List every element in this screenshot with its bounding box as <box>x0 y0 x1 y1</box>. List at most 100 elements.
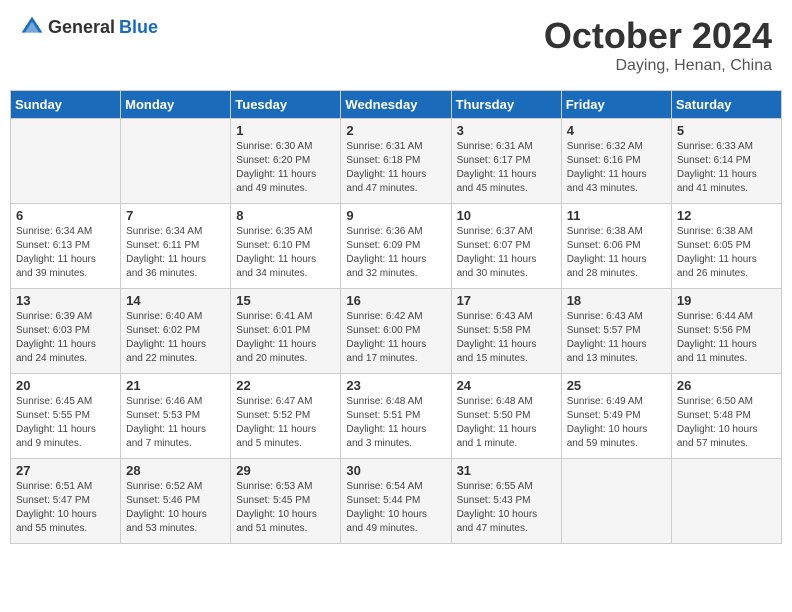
day-info: Sunrise: 6:43 AM Sunset: 5:57 PM Dayligh… <box>567 310 666 366</box>
calendar-cell: 31 Sunrise: 6:55 AM Sunset: 5:43 PM Dayli… <box>451 459 561 544</box>
weekday-header-monday: Monday <box>121 91 231 119</box>
logo: General Blue <box>20 15 158 39</box>
calendar-cell: 11 Sunrise: 6:38 AM Sunset: 6:06 PM Dayli… <box>561 204 671 289</box>
day-info: Sunrise: 6:30 AM Sunset: 6:20 PM Dayligh… <box>236 140 335 196</box>
logo-blue: Blue <box>119 17 158 38</box>
calendar-cell: 6 Sunrise: 6:34 AM Sunset: 6:13 PM Daylig… <box>11 204 121 289</box>
day-number: 3 <box>457 123 556 138</box>
day-number: 27 <box>16 463 115 478</box>
calendar-cell: 30 Sunrise: 6:54 AM Sunset: 5:44 PM Dayli… <box>341 459 451 544</box>
calendar-cell <box>121 119 231 204</box>
calendar-table: SundayMondayTuesdayWednesdayThursdayFrid… <box>10 90 782 544</box>
day-info: Sunrise: 6:37 AM Sunset: 6:07 PM Dayligh… <box>457 225 556 281</box>
day-info: Sunrise: 6:45 AM Sunset: 5:55 PM Dayligh… <box>16 395 115 451</box>
calendar-cell: 25 Sunrise: 6:49 AM Sunset: 5:49 PM Dayli… <box>561 374 671 459</box>
weekday-header-friday: Friday <box>561 91 671 119</box>
day-number: 31 <box>457 463 556 478</box>
calendar-cell: 19 Sunrise: 6:44 AM Sunset: 5:56 PM Dayli… <box>671 289 781 374</box>
logo-icon <box>20 15 44 39</box>
weekday-header-sunday: Sunday <box>11 91 121 119</box>
day-number: 26 <box>677 378 776 393</box>
calendar-week-2: 6 Sunrise: 6:34 AM Sunset: 6:13 PM Daylig… <box>11 204 782 289</box>
calendar-cell: 28 Sunrise: 6:52 AM Sunset: 5:46 PM Dayli… <box>121 459 231 544</box>
day-info: Sunrise: 6:49 AM Sunset: 5:49 PM Dayligh… <box>567 395 666 451</box>
calendar-cell: 27Sunrise: 6:51 AM Sunset: 5:47 PM Dayli… <box>11 459 121 544</box>
day-info: Sunrise: 6:41 AM Sunset: 6:01 PM Dayligh… <box>236 310 335 366</box>
day-number: 16 <box>346 293 445 308</box>
calendar-cell: 17 Sunrise: 6:43 AM Sunset: 5:58 PM Dayli… <box>451 289 561 374</box>
day-number: 29 <box>236 463 335 478</box>
day-info: Sunrise: 6:43 AM Sunset: 5:58 PM Dayligh… <box>457 310 556 366</box>
calendar-cell: 9 Sunrise: 6:36 AM Sunset: 6:09 PM Daylig… <box>341 204 451 289</box>
day-number: 5 <box>677 123 776 138</box>
calendar-cell: 22Sunrise: 6:47 AM Sunset: 5:52 PM Dayli… <box>231 374 341 459</box>
day-number: 8 <box>236 208 335 223</box>
day-info: Sunrise: 6:54 AM Sunset: 5:44 PM Dayligh… <box>346 480 445 536</box>
day-number: 9 <box>346 208 445 223</box>
calendar-cell: 21 Sunrise: 6:46 AM Sunset: 5:53 PM Dayli… <box>121 374 231 459</box>
day-number: 2 <box>346 123 445 138</box>
weekday-header-row: SundayMondayTuesdayWednesdayThursdayFrid… <box>11 91 782 119</box>
calendar-cell: 12 Sunrise: 6:38 AM Sunset: 6:05 PM Dayli… <box>671 204 781 289</box>
calendar-week-5: 27Sunrise: 6:51 AM Sunset: 5:47 PM Dayli… <box>11 459 782 544</box>
day-info: Sunrise: 6:38 AM Sunset: 6:05 PM Dayligh… <box>677 225 776 281</box>
calendar-cell: 15 Sunrise: 6:41 AM Sunset: 6:01 PM Dayli… <box>231 289 341 374</box>
day-number: 12 <box>677 208 776 223</box>
day-number: 23 <box>346 378 445 393</box>
day-info: Sunrise: 6:38 AM Sunset: 6:06 PM Dayligh… <box>567 225 666 281</box>
calendar-cell: 13 Sunrise: 6:39 AM Sunset: 6:03 PM Dayli… <box>11 289 121 374</box>
day-number: 17 <box>457 293 556 308</box>
calendar-cell: 3Sunrise: 6:31 AM Sunset: 6:17 PM Daylig… <box>451 119 561 204</box>
day-number: 30 <box>346 463 445 478</box>
day-number: 21 <box>126 378 225 393</box>
day-number: 1 <box>236 123 335 138</box>
day-info: Sunrise: 6:46 AM Sunset: 5:53 PM Dayligh… <box>126 395 225 451</box>
day-info: Sunrise: 6:53 AM Sunset: 5:45 PM Dayligh… <box>236 480 335 536</box>
weekday-header-saturday: Saturday <box>671 91 781 119</box>
day-info: Sunrise: 6:42 AM Sunset: 6:00 PM Dayligh… <box>346 310 445 366</box>
calendar-cell: 5Sunrise: 6:33 AM Sunset: 6:14 PM Daylig… <box>671 119 781 204</box>
day-number: 4 <box>567 123 666 138</box>
calendar-cell: 14Sunrise: 6:40 AM Sunset: 6:02 PM Dayli… <box>121 289 231 374</box>
calendar-cell <box>11 119 121 204</box>
calendar-cell: 18 Sunrise: 6:43 AM Sunset: 5:57 PM Dayli… <box>561 289 671 374</box>
day-info: Sunrise: 6:35 AM Sunset: 6:10 PM Dayligh… <box>236 225 335 281</box>
calendar-cell: 26 Sunrise: 6:50 AM Sunset: 5:48 PM Dayli… <box>671 374 781 459</box>
day-number: 22 <box>236 378 335 393</box>
day-number: 25 <box>567 378 666 393</box>
calendar-cell: 23 Sunrise: 6:48 AM Sunset: 5:51 PM Dayli… <box>341 374 451 459</box>
day-info: Sunrise: 6:44 AM Sunset: 5:56 PM Dayligh… <box>677 310 776 366</box>
page-header: General Blue October 2024 Daying, Henan,… <box>10 10 782 80</box>
day-number: 20 <box>16 378 115 393</box>
calendar-cell <box>671 459 781 544</box>
calendar-cell <box>561 459 671 544</box>
day-number: 13 <box>16 293 115 308</box>
weekday-header-thursday: Thursday <box>451 91 561 119</box>
calendar-cell: 24Sunrise: 6:48 AM Sunset: 5:50 PM Dayli… <box>451 374 561 459</box>
day-number: 28 <box>126 463 225 478</box>
day-info: Sunrise: 6:39 AM Sunset: 6:03 PM Dayligh… <box>16 310 115 366</box>
day-number: 15 <box>236 293 335 308</box>
calendar-week-4: 20 Sunrise: 6:45 AM Sunset: 5:55 PM Dayli… <box>11 374 782 459</box>
logo-general: General <box>48 17 115 38</box>
weekday-header-tuesday: Tuesday <box>231 91 341 119</box>
day-number: 10 <box>457 208 556 223</box>
day-info: Sunrise: 6:50 AM Sunset: 5:48 PM Dayligh… <box>677 395 776 451</box>
day-info: Sunrise: 6:55 AM Sunset: 5:43 PM Dayligh… <box>457 480 556 536</box>
weekday-header-wednesday: Wednesday <box>341 91 451 119</box>
day-info: Sunrise: 6:52 AM Sunset: 5:46 PM Dayligh… <box>126 480 225 536</box>
day-info: Sunrise: 6:36 AM Sunset: 6:09 PM Dayligh… <box>346 225 445 281</box>
title-block: October 2024 Daying, Henan, China <box>544 15 772 75</box>
day-number: 19 <box>677 293 776 308</box>
calendar-cell: 10 Sunrise: 6:37 AM Sunset: 6:07 PM Dayli… <box>451 204 561 289</box>
calendar-cell: 20 Sunrise: 6:45 AM Sunset: 5:55 PM Dayli… <box>11 374 121 459</box>
day-info: Sunrise: 6:31 AM Sunset: 6:18 PM Dayligh… <box>346 140 445 196</box>
day-info: Sunrise: 6:34 AM Sunset: 6:13 PM Dayligh… <box>16 225 115 281</box>
day-number: 6 <box>16 208 115 223</box>
day-number: 11 <box>567 208 666 223</box>
calendar-cell: 1 Sunrise: 6:30 AM Sunset: 6:20 PM Daylig… <box>231 119 341 204</box>
calendar-cell: 8 Sunrise: 6:35 AM Sunset: 6:10 PM Daylig… <box>231 204 341 289</box>
day-number: 18 <box>567 293 666 308</box>
day-info: Sunrise: 6:48 AM Sunset: 5:51 PM Dayligh… <box>346 395 445 451</box>
day-number: 14 <box>126 293 225 308</box>
